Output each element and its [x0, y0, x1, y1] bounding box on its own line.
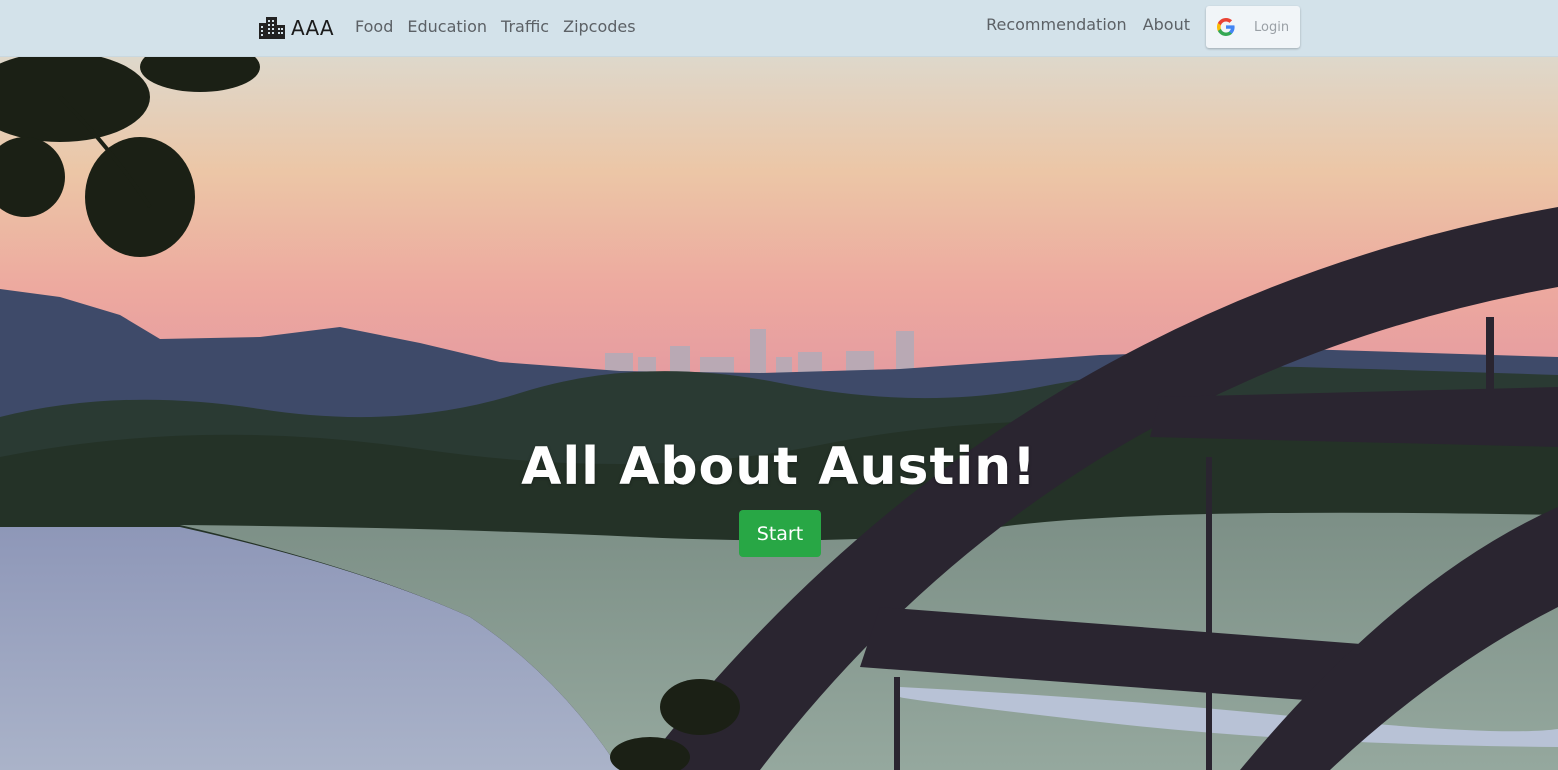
start-button[interactable]: Start — [739, 510, 821, 557]
nav-zipcodes[interactable]: Zipcodes — [556, 17, 642, 37]
nav-recommendation[interactable]: Recommendation — [978, 15, 1135, 35]
google-icon — [1217, 18, 1235, 36]
brand-link[interactable]: AAA — [259, 14, 334, 42]
city-icon — [259, 17, 285, 39]
hero-title: All About Austin! — [521, 437, 1037, 497]
nav-traffic[interactable]: Traffic — [494, 17, 556, 37]
hero-section: All About Austin! Start — [0, 57, 1558, 770]
nav-left: Food Education Traffic Zipcodes — [348, 17, 643, 37]
login-label: Login — [1254, 19, 1290, 35]
google-login-button[interactable]: Login — [1206, 6, 1300, 48]
nav-food[interactable]: Food — [348, 17, 400, 37]
nav-right: Recommendation About — [978, 15, 1198, 35]
hero-background-photo — [0, 57, 1558, 770]
top-navbar: AAA Food Education Traffic Zipcodes Reco… — [0, 0, 1558, 57]
nav-education[interactable]: Education — [400, 17, 494, 37]
brand-name: AAA — [291, 16, 334, 40]
nav-about[interactable]: About — [1135, 15, 1198, 35]
